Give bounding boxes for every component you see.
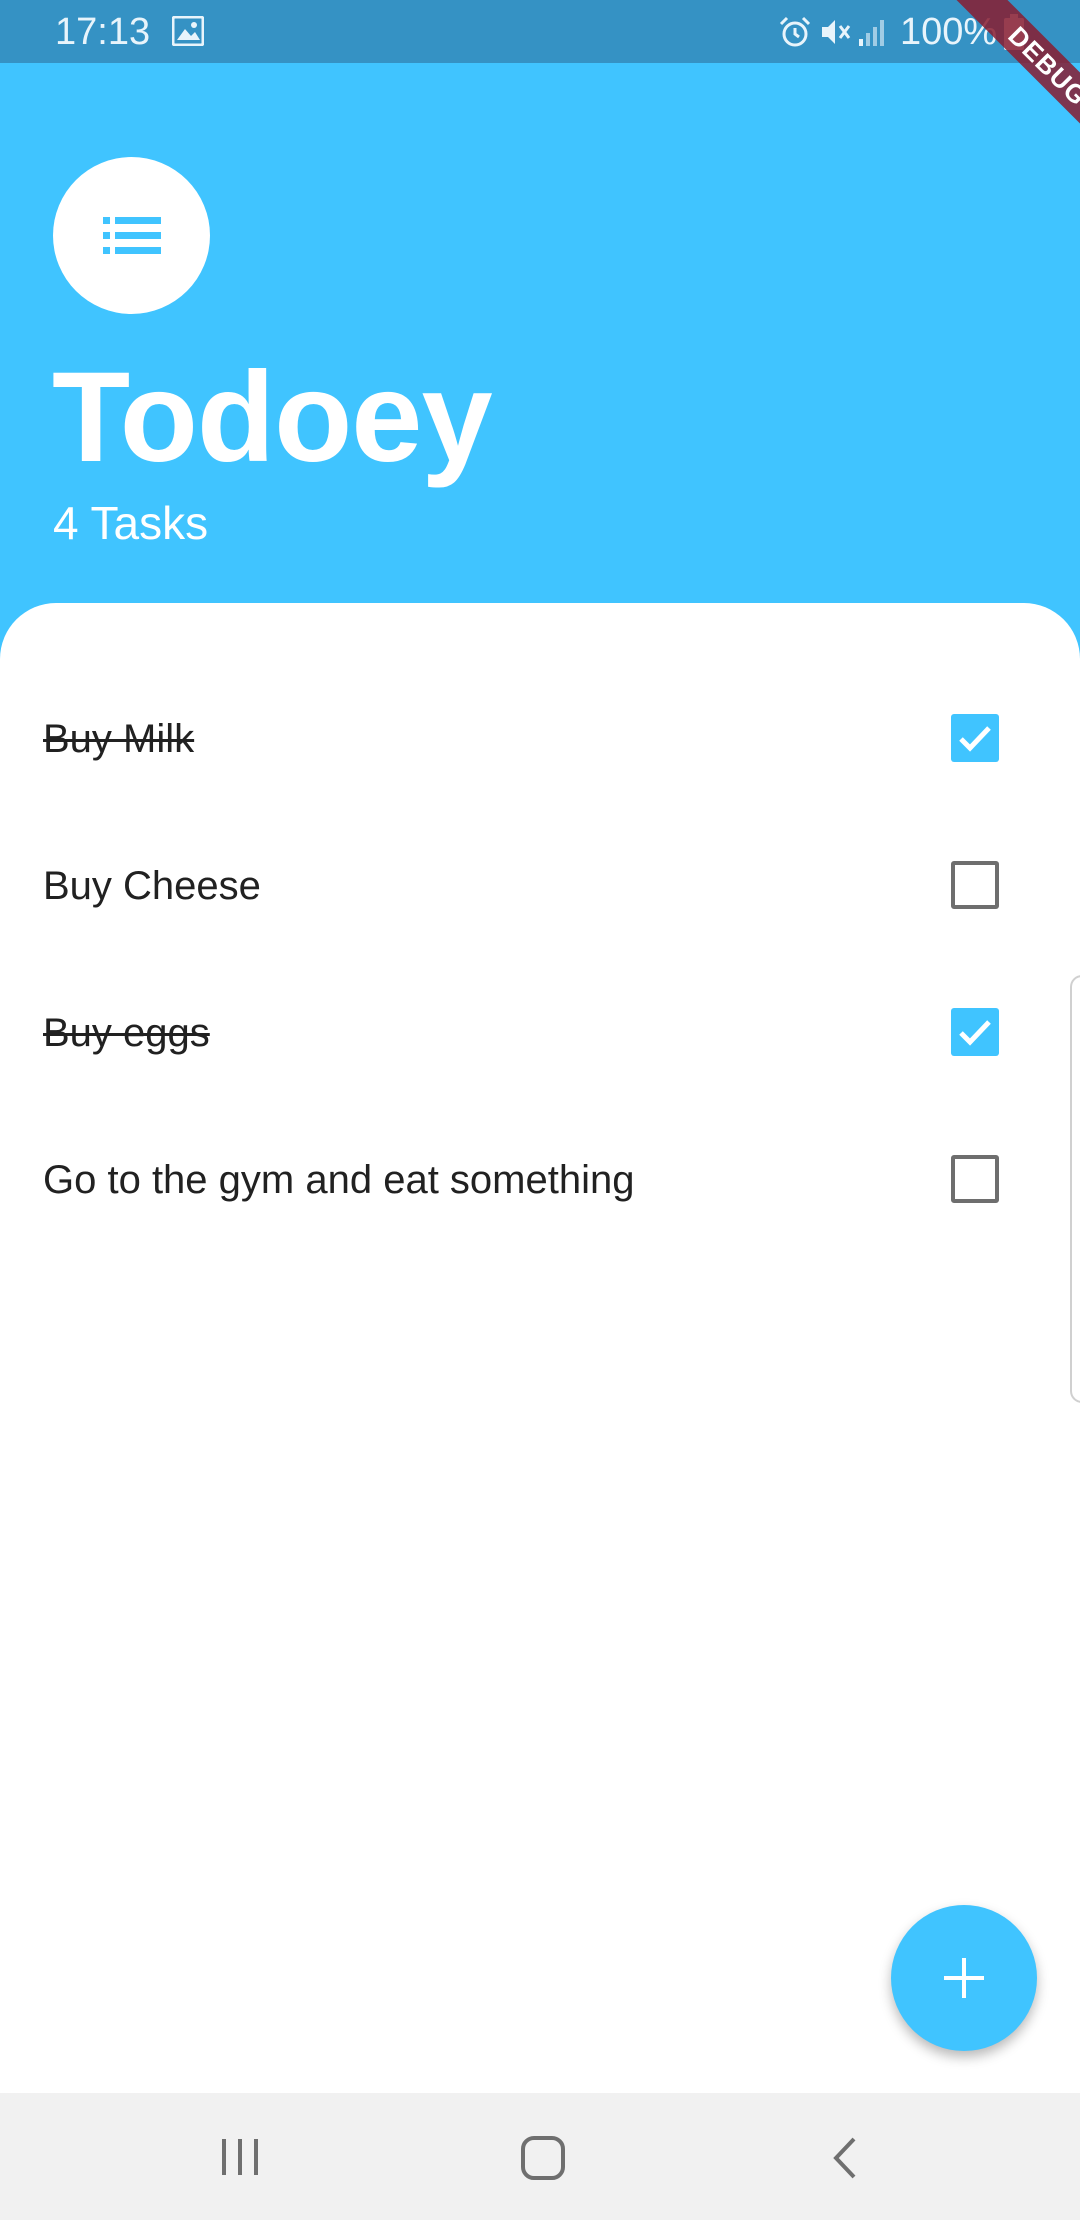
task-label: Buy eggs [43,1011,210,1055]
check-icon [959,726,991,752]
navigation-bar [0,2093,1080,2220]
recent-apps-icon[interactable] [218,2137,262,2177]
gallery-icon [172,16,204,46]
task-label: Buy Milk [43,717,195,761]
status-time: 17:13 [55,11,151,53]
task-checkbox[interactable] [951,714,999,762]
check-icon [959,1020,991,1046]
task-list-panel: Buy Milk Buy Cheese Buy eggs Go to the g… [0,603,1080,2093]
task-checkbox[interactable] [951,1008,999,1056]
edge-panel-handle[interactable] [1070,975,1080,1403]
battery-percentage: 100% [900,11,998,53]
task-count: 4 Tasks [53,497,209,549]
task-label: Buy Cheese [43,864,261,908]
header: Todoey 4 Tasks [0,63,1080,603]
home-icon[interactable] [520,2135,566,2181]
task-label: Go to the gym and eat something [43,1158,635,1202]
list-icon [103,217,161,254]
battery-icon [1004,14,1024,50]
task-row[interactable]: Buy eggs [0,961,1080,1107]
add-task-button[interactable] [891,1905,1037,2051]
task-row[interactable]: Go to the gym and eat something [0,1108,1080,1254]
task-checkbox[interactable] [951,1155,999,1203]
task-row[interactable]: Buy Milk [0,667,1080,813]
alarm-icon [779,16,811,47]
mute-icon [822,20,851,44]
app-title: Todoey [52,346,493,489]
task-checkbox[interactable] [951,861,999,909]
list-icon-avatar [53,157,210,314]
add-icon [944,1958,984,1998]
back-icon[interactable] [826,2135,866,2181]
signal-icon [859,20,884,46]
task-row[interactable]: Buy Cheese [0,814,1080,960]
status-bar: 17:13 100% [0,0,1080,63]
